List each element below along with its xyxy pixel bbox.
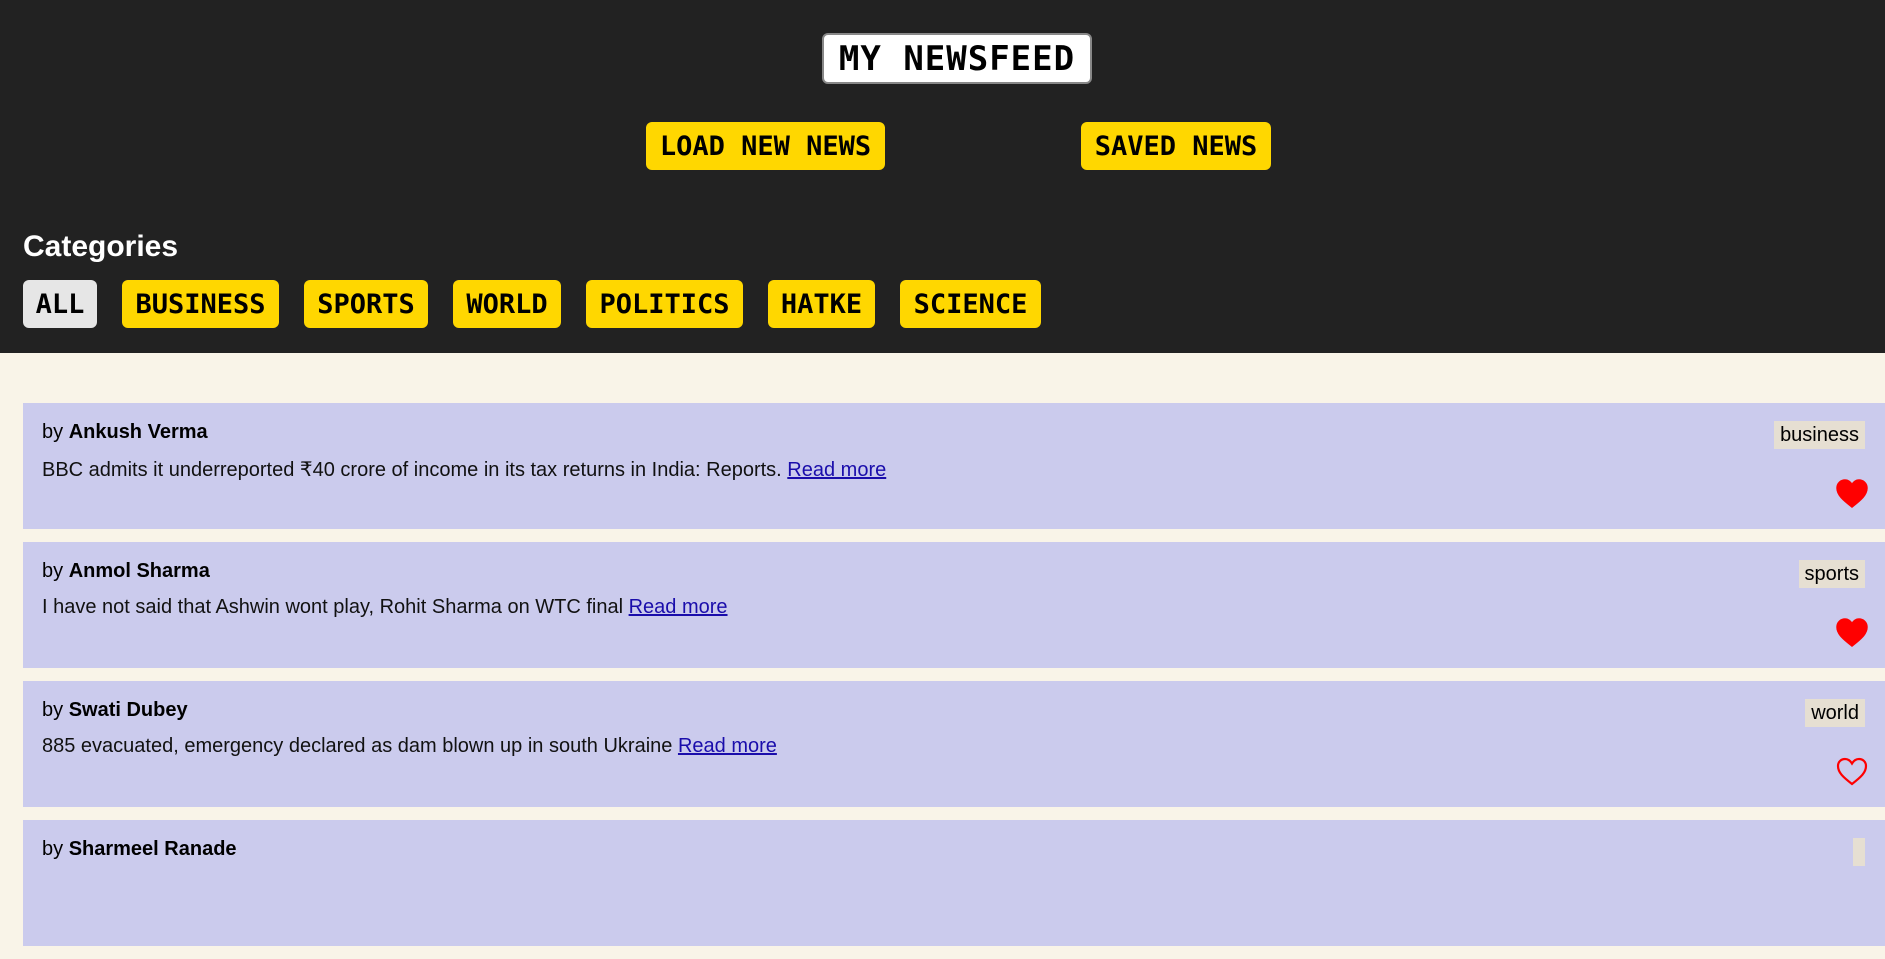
category-tag: business xyxy=(1774,421,1865,449)
news-list: by Ankush Verma BBC admits it underrepor… xyxy=(23,403,1885,959)
headline-line: I have not said that Ashwin wont play, R… xyxy=(42,596,728,619)
category-business-button[interactable]: BUSINESS xyxy=(122,280,279,328)
category-politics-button[interactable]: POLITICS xyxy=(586,280,743,328)
heart-filled-icon[interactable] xyxy=(1836,618,1868,648)
category-tag: sports xyxy=(1798,560,1865,588)
category-hatke-button[interactable]: HATKE xyxy=(768,280,875,328)
by-label: by xyxy=(42,699,64,721)
news-card: by Anmol Sharma I have not said that Ash… xyxy=(23,542,1885,668)
by-label: by xyxy=(42,421,64,443)
headline-text: 885 evacuated, emergency declared as dam… xyxy=(42,735,673,757)
by-label: by xyxy=(42,838,64,860)
heart-outline-icon[interactable] xyxy=(1836,757,1868,787)
author-name: Ankush Verma xyxy=(68,421,208,443)
category-tag: world xyxy=(1805,699,1865,727)
by-label: by xyxy=(42,560,64,582)
news-card: by Swati Dubey 885 evacuated, emergency … xyxy=(23,681,1885,807)
headline-text: I have not said that Ashwin wont play, R… xyxy=(42,596,624,618)
headline-line: 885 evacuated, emergency declared as dam… xyxy=(42,735,777,758)
read-more-link[interactable]: Read more xyxy=(787,459,886,481)
author-name: Sharmeel Ranade xyxy=(68,838,237,860)
read-more-link[interactable]: Read more xyxy=(629,596,728,618)
category-sports-button[interactable]: SPORTS xyxy=(304,280,428,328)
author-line: by Swati Dubey xyxy=(42,699,188,722)
author-name: Anmol Sharma xyxy=(68,560,210,582)
category-all-button[interactable]: ALL xyxy=(23,280,97,328)
author-name: Swati Dubey xyxy=(68,699,188,721)
news-card: by Sharmeel Ranade xyxy=(23,820,1885,946)
news-card: by Ankush Verma BBC admits it underrepor… xyxy=(23,403,1885,529)
app-title: MY NEWSFEED xyxy=(822,33,1092,84)
headline-text: BBC admits it underreported ₹40 crore of… xyxy=(42,459,782,481)
header-bar: MY NEWSFEED LOAD NEW NEWS SAVED NEWS Cat… xyxy=(0,0,1885,353)
categories-heading: Categories xyxy=(23,230,179,263)
saved-news-button[interactable]: SAVED NEWS xyxy=(1081,122,1271,170)
author-line: by Anmol Sharma xyxy=(42,560,210,583)
load-new-news-button[interactable]: LOAD NEW NEWS xyxy=(646,122,885,170)
category-science-button[interactable]: SCIENCE xyxy=(900,280,1041,328)
headline-line: BBC admits it underreported ₹40 crore of… xyxy=(42,457,886,482)
read-more-link[interactable]: Read more xyxy=(678,735,777,757)
author-line: by Ankush Verma xyxy=(42,421,208,444)
author-line: by Sharmeel Ranade xyxy=(42,838,237,861)
category-world-button[interactable]: WORLD xyxy=(453,280,561,328)
heart-filled-icon[interactable] xyxy=(1836,479,1868,509)
category-tag xyxy=(1853,838,1865,866)
